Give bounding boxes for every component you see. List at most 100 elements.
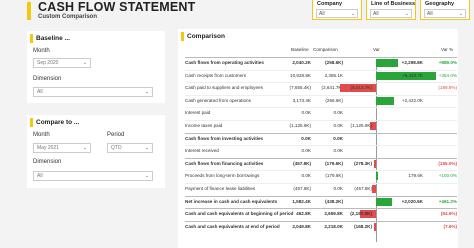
row-baseline: (457.8K) [293, 186, 311, 191]
company-slicer-label: Company [317, 1, 343, 7]
page-subtitle: Custom Comparison [38, 14, 98, 20]
compare-title: Compare to ... [36, 119, 80, 126]
compare-panel: Compare to ... Month May 2021 ⌄ Period QT… [27, 115, 165, 188]
table-row[interactable]: Net increase in cash and cash equivalent… [185, 195, 457, 206]
row-baseline: 462.8K [296, 211, 311, 217]
company-select[interactable]: All ⌄ [316, 9, 358, 18]
row-baseline: 10,828.8K [290, 72, 311, 78]
table-row[interactable]: Income taxes paid (1,125.9K) 0.0K (1,125.9K… [185, 120, 457, 130]
row-baseline: 1,582.4K [292, 198, 311, 204]
row-label: Cash generated from operations [185, 97, 251, 103]
chevron-down-icon: ⌄ [144, 89, 149, 95]
compare-dimension-select[interactable]: All ⌄ [33, 171, 153, 181]
chevron-down-icon: ⌄ [82, 60, 87, 66]
geography-slicer-label: Geography [425, 1, 455, 7]
row-var-pct: +354.0% [438, 72, 457, 78]
row-label: Cash flows from investing activities [185, 135, 264, 141]
comparison-panel: Comparison Baseline Comparison Var Var %… [178, 29, 458, 248]
col-header-baseline[interactable]: Baseline [291, 47, 309, 52]
row-var-pct: +100.0% [438, 173, 457, 179]
row-comparison: (179.6K) [325, 173, 343, 179]
chevron-down-icon: ⌄ [350, 11, 355, 17]
row-comparison: 2,385.1K [324, 72, 343, 78]
row-comparison: 0.0K [333, 148, 343, 154]
row-baseline: 2,049.8K [292, 223, 311, 229]
row-baseline: (457.8K) [293, 160, 311, 166]
company-slicer[interactable]: Company All ⌄ [312, 0, 362, 20]
row-label: Cash flows from financing activities [185, 160, 264, 166]
baseline-month-select[interactable]: Sep 2020 ⌄ [33, 58, 91, 68]
table-row[interactable]: Interest received 0.0K 0.0K [185, 145, 457, 155]
table-row[interactable]: Cash and cash equivalents at beginning o… [185, 208, 457, 219]
baseline-month-label: Month [33, 48, 50, 54]
row-var-pct: (155.0%) [438, 160, 457, 166]
variance-bar-positive [376, 172, 378, 181]
row-baseline: 0.0K [301, 173, 311, 179]
row-var-pct: (189.8%) [438, 85, 457, 91]
compare-period-label: Period [107, 132, 125, 138]
row-baseline: 0.0K [301, 110, 311, 116]
row-var-positive: 179.6K [408, 173, 423, 179]
row-baseline: (7,655.4K) [289, 85, 311, 91]
table-row[interactable]: Cash paid to suppliers and employees (7,6… [185, 82, 457, 93]
table-row[interactable]: Interest paid 0.0K 0.0K [185, 107, 457, 117]
row-baseline: 0.0K [301, 148, 311, 154]
baseline-dimension-select[interactable]: All ⌄ [33, 87, 153, 97]
compare-period-select[interactable]: QTD ⌄ [107, 143, 153, 153]
panel-accent [30, 118, 33, 127]
chevron-down-icon: ⌄ [404, 11, 409, 17]
row-var-negative: (168.2K) [354, 223, 372, 229]
row-label: Net increase in cash and cash equivalent… [185, 198, 278, 204]
row-var-pct: +461.2% [438, 198, 457, 204]
line-of-business-slicer[interactable]: Line of Business All ⌄ [366, 0, 416, 20]
variance-bar-negative [374, 222, 376, 231]
row-label: Interest paid [185, 110, 211, 116]
row-label: Cash paid to suppliers and employees [185, 85, 263, 91]
row-var-negative: (278.3K) [354, 160, 372, 166]
table-row[interactable]: Cash receipts from customers 10,828.8K 2,3… [185, 69, 457, 80]
row-var-negative: (2,197.0K) [350, 211, 372, 217]
table-row[interactable]: Payment of finance lease liabilities (457… [185, 183, 457, 193]
row-var-pct: (84.6%) [440, 211, 457, 217]
row-var-positive: +2,298.8K [401, 60, 423, 65]
row-label: Proceeds from long-term borrowings [185, 173, 260, 179]
row-baseline: 3,173.4K [292, 97, 311, 103]
row-label: Cash receipts from customers [185, 72, 247, 78]
line-of-business-select[interactable]: All ⌄ [370, 9, 412, 18]
page-title: CASH FLOW STATEMENT [38, 0, 196, 14]
compare-dimension-label: Dimension [33, 159, 62, 165]
baseline-panel: Baseline ... Month Sep 2020 ⌄ Dimension A… [27, 31, 165, 103]
row-var-negative: (1,125.9K) [350, 123, 372, 128]
chevron-down-icon: ⌄ [458, 11, 463, 17]
col-header-var[interactable]: Var [373, 47, 380, 52]
table-row[interactable]: Cash flows from operating activities 2,04… [185, 57, 457, 67]
table-row[interactable]: Cash flows from financing activities (457… [185, 157, 457, 168]
compare-month-select[interactable]: May 2021 ⌄ [33, 143, 91, 153]
variance-bar-negative [373, 159, 376, 168]
row-comparison: 0.0K [333, 135, 343, 141]
table-row[interactable]: Cash generated from operations 3,173.4K (2… [185, 94, 457, 105]
baseline-title: Baseline ... [36, 35, 70, 42]
panel-accent [30, 34, 33, 43]
col-header-comparison[interactable]: Comparison [313, 47, 338, 52]
row-var-positive: +8,443.7K [401, 72, 423, 78]
table-row[interactable]: Cash flows from investing activities 0.0K… [185, 132, 457, 143]
row-comparison: 0.0K [333, 110, 343, 116]
table-row[interactable]: Proceeds from long-term borrowings 0.0K (1… [185, 170, 457, 181]
col-header-var-pct[interactable]: Var % [441, 47, 453, 52]
row-var-positive: +2,422.0K [401, 97, 423, 103]
chevron-down-icon: ⌄ [144, 145, 149, 151]
row-var-pct: +889.0% [438, 60, 457, 65]
row-baseline: 0.0K [301, 135, 311, 141]
chevron-down-icon: ⌄ [144, 173, 149, 179]
geography-slicer[interactable]: Geography All ⌄ [420, 0, 470, 20]
geography-select[interactable]: All ⌄ [424, 9, 466, 18]
row-baseline: (1,125.9K) [289, 123, 311, 128]
row-baseline: 2,040.2K [292, 60, 311, 65]
panel-accent [181, 32, 184, 41]
row-comparison: (256.6K) [325, 97, 343, 103]
row-label: Interest received [185, 148, 219, 154]
table-row[interactable]: Cash and cash equivalents at end of peri… [185, 220, 457, 231]
baseline-dimension-label: Dimension [33, 76, 62, 82]
row-var-pct: (7.6%) [443, 223, 457, 229]
